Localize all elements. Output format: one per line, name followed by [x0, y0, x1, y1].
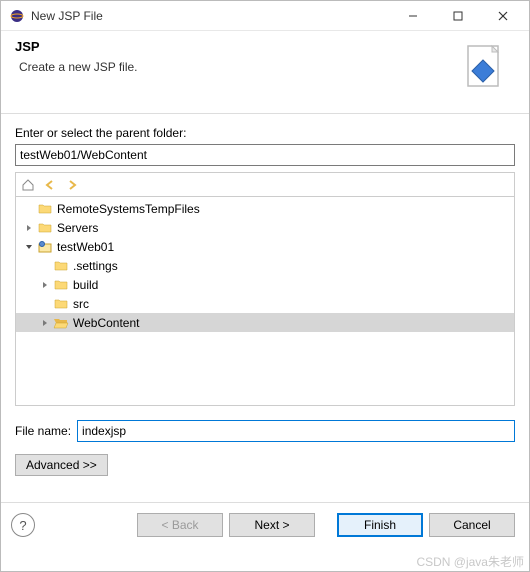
folder-icon — [37, 220, 53, 236]
folder-icon — [53, 258, 69, 274]
tree-row[interactable]: WebContent — [16, 313, 514, 332]
finish-button[interactable]: Finish — [337, 513, 423, 537]
eclipse-icon — [9, 8, 25, 24]
back-button[interactable]: < Back — [137, 513, 223, 537]
tree-node-label: RemoteSystemsTempFiles — [56, 202, 201, 216]
minimize-button[interactable] — [390, 2, 435, 30]
folder-icon — [37, 201, 53, 217]
titlebar: New JSP File — [1, 1, 529, 31]
wizard-footer: ? < Back Next > Finish Cancel — [1, 503, 529, 547]
tree-node-label: WebContent — [72, 316, 141, 330]
project-icon — [37, 239, 53, 255]
tree-node-label: .settings — [72, 259, 119, 273]
tree-row[interactable]: .settings — [16, 256, 514, 275]
folder-open-icon — [53, 315, 69, 331]
folder-icon — [53, 277, 69, 293]
window-title: New JSP File — [31, 9, 390, 23]
forward-arrow-icon[interactable] — [64, 177, 80, 193]
home-icon[interactable] — [20, 177, 36, 193]
wizard-content: Enter or select the parent folder: Remot… — [1, 114, 529, 484]
cancel-button[interactable]: Cancel — [429, 513, 515, 537]
close-button[interactable] — [480, 2, 525, 30]
twisty-icon[interactable] — [22, 243, 36, 251]
parent-folder-input[interactable] — [15, 144, 515, 166]
tree-row[interactable]: build — [16, 275, 514, 294]
twisty-icon[interactable] — [38, 319, 52, 327]
tree-row[interactable]: src — [16, 294, 514, 313]
back-arrow-icon[interactable] — [42, 177, 58, 193]
tree-node-label: build — [72, 278, 99, 292]
next-button[interactable]: Next > — [229, 513, 315, 537]
tree-node-label: Servers — [56, 221, 99, 235]
advanced-button[interactable]: Advanced >> — [15, 454, 108, 476]
jsp-file-icon — [455, 39, 515, 99]
header-title: JSP — [15, 39, 455, 54]
help-button[interactable]: ? — [11, 513, 35, 537]
header-description: Create a new JSP file. — [15, 60, 455, 74]
twisty-icon[interactable] — [38, 281, 52, 289]
tree-node-label: testWeb01 — [56, 240, 115, 254]
tree-node-label: src — [72, 297, 90, 311]
maximize-button[interactable] — [435, 2, 480, 30]
tree-row[interactable]: testWeb01 — [16, 237, 514, 256]
watermark: CSDN @java朱老师 — [416, 553, 524, 570]
filename-input[interactable] — [77, 420, 515, 442]
filename-label: File name: — [15, 424, 71, 438]
wizard-header: JSP Create a new JSP file. — [1, 31, 529, 114]
tree-row[interactable]: RemoteSystemsTempFiles — [16, 199, 514, 218]
folder-tree[interactable]: RemoteSystemsTempFiles Servers testWeb01 .s… — [15, 196, 515, 406]
tree-toolbar — [15, 172, 515, 196]
parent-folder-label: Enter or select the parent folder: — [15, 126, 515, 140]
tree-row[interactable]: Servers — [16, 218, 514, 237]
folder-icon — [53, 296, 69, 312]
twisty-icon[interactable] — [22, 224, 36, 232]
